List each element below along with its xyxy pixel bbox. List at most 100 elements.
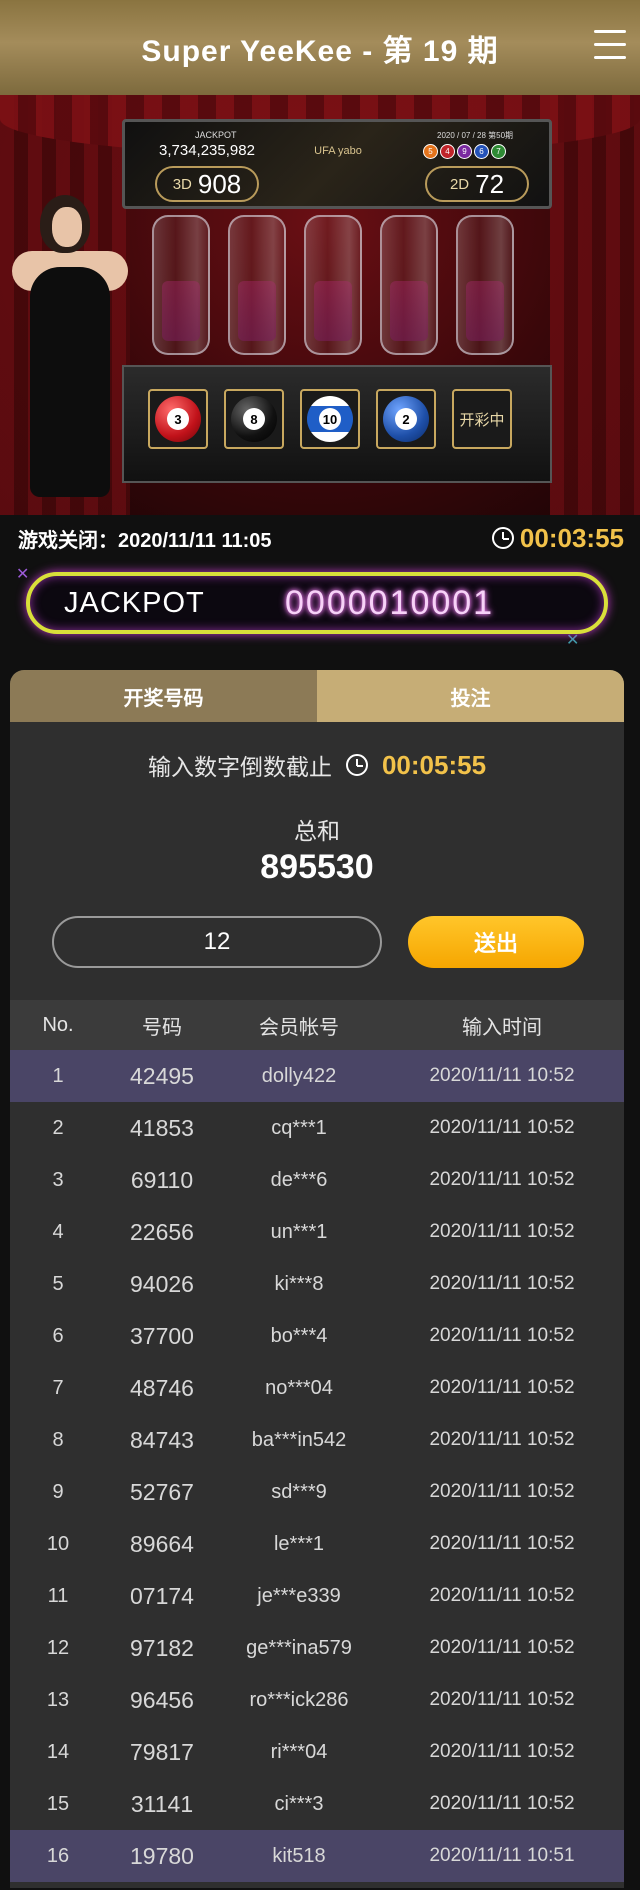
ball-slot: 3 — [148, 389, 208, 449]
clock-icon — [491, 527, 514, 549]
jackpot-banner: JACKPOT 0000010001 — [26, 572, 608, 634]
entry-countdown: 输入数字倒数截止 00:05:55 — [10, 748, 624, 782]
sparkle-icon: ✕ — [16, 566, 30, 583]
info-bar: 游戏关闭：2020/11/11 11:05 00:03:55 — [0, 515, 640, 561]
black-ball-icon: 8 — [231, 396, 277, 442]
row-number: 41853 — [130, 1114, 194, 1141]
row-member: un***1 — [270, 1220, 328, 1243]
curtain-right — [550, 95, 640, 515]
row-member: de***6 — [270, 1168, 328, 1191]
send-button[interactable]: 送出 — [408, 916, 584, 968]
row-number: 79817 — [130, 1738, 194, 1765]
jackpot-value: 0000010001 — [285, 583, 495, 622]
ball-number: 2 — [395, 408, 417, 430]
row-time: 2020/11/11 10:51 — [429, 1845, 575, 1866]
table-row: 11 07174 je***e339 2020/11/11 10:52 — [10, 1570, 624, 1622]
row-time: 2020/11/11 10:52 — [429, 1169, 575, 1190]
mini-ball: 4 — [440, 144, 455, 159]
betting-panel: 开奖号码 投注 输入数字倒数截止 00:05:55 总和 895530 送出 N… — [10, 670, 624, 1888]
result-board: JACKPOT 3,734,235,982 3D 908 UFA yabo 20… — [122, 119, 552, 209]
panel-tabs: 开奖号码 投注 — [10, 670, 624, 722]
row-no: 11 — [47, 1584, 69, 1607]
row-time: 2020/11/11 10:52 — [429, 1481, 575, 1502]
row-no: 7 — [52, 1376, 64, 1399]
ball-number: 10 — [319, 408, 341, 430]
row-member: no***04 — [265, 1376, 333, 1399]
lottery-stage: JACKPOT 3,734,235,982 3D 908 UFA yabo 20… — [0, 95, 640, 515]
board-jackpot-label: JACKPOT — [195, 130, 237, 140]
board-jackpot-value: 3,734,235,982 — [159, 142, 255, 159]
entry-countdown-label: 输入数字倒数截止 — [147, 754, 332, 780]
row-member: kit518 — [272, 1844, 326, 1867]
game-countdown: 00:03:55 — [519, 522, 624, 553]
ball-number: 8 — [243, 408, 265, 430]
table-row: 12 97182 ge***ina579 2020/11/11 10:52 — [10, 1622, 624, 1674]
table-row: 7 48746 no***04 2020/11/11 10:52 — [10, 1362, 624, 1414]
row-member: ci***3 — [274, 1792, 324, 1815]
row-number: 37700 — [130, 1322, 194, 1349]
row-time: 2020/11/11 10:52 — [429, 1689, 575, 1710]
number-input[interactable] — [52, 916, 382, 968]
row-time: 2020/11/11 10:52 — [429, 1117, 575, 1138]
ball-tube — [456, 215, 514, 355]
row-number: 19780 — [130, 1842, 194, 1869]
red-ball-icon: 3 — [155, 396, 201, 442]
ball-slot: 8 — [224, 389, 284, 449]
drawing-status-slot: 开彩中 — [452, 389, 512, 449]
table-row: 4 22656 un***1 2020/11/11 10:52 — [10, 1206, 624, 1258]
row-time: 2020/11/11 10:52 — [429, 1585, 575, 1606]
row-member: ro***ick286 — [249, 1688, 349, 1711]
ball-tube — [228, 215, 286, 355]
row-no: 4 — [52, 1220, 64, 1243]
row-time: 2020/11/11 10:52 — [429, 1221, 575, 1242]
row-number: 42495 — [130, 1062, 194, 1089]
table-row: 9 52767 sd***9 2020/11/11 10:52 — [10, 1466, 624, 1518]
row-no: 10 — [46, 1532, 70, 1555]
row-member: je***e339 — [257, 1584, 341, 1607]
table-row: 2 41853 cq***1 2020/11/11 10:52 — [10, 1102, 624, 1154]
table-row: 10 89664 le***1 2020/11/11 10:52 — [10, 1518, 624, 1570]
row-no: 14 — [46, 1740, 70, 1763]
row-time: 2020/11/11 10:52 — [429, 1741, 575, 1762]
table-row: 14 79817 ri***04 2020/11/11 10:52 — [10, 1726, 624, 1778]
row-number: 07174 — [130, 1582, 194, 1609]
two-d-value: 72 — [475, 168, 505, 199]
col-header-no: No. — [42, 1013, 74, 1036]
table-row: 1 42495 dolly422 2020/11/11 10:52 — [10, 1050, 624, 1102]
three-d-value: 908 — [197, 168, 242, 199]
row-member: ri***04 — [270, 1740, 328, 1763]
row-time: 2020/11/11 10:52 — [429, 1325, 575, 1346]
tab-bet[interactable]: 投注 — [317, 670, 624, 722]
table-row: 5 94026 ki***8 2020/11/11 10:52 — [10, 1258, 624, 1310]
two-d-result: 2D 72 — [425, 166, 529, 202]
brand-logo: UFA yabo — [314, 145, 362, 157]
mini-ball-row: 5 4 9 6 7 — [423, 144, 506, 159]
row-no: 5 — [52, 1272, 64, 1295]
row-no: 15 — [46, 1792, 70, 1815]
mini-ball: 6 — [474, 144, 489, 159]
row-time: 2020/11/11 10:52 — [429, 1637, 575, 1658]
three-d-label: 3D — [172, 175, 192, 193]
row-number: 22656 — [130, 1218, 194, 1245]
app-header: Super YeeKee - 第 19 期 — [0, 0, 640, 95]
row-number: 94026 — [130, 1270, 194, 1297]
ball-tube — [380, 215, 438, 355]
game-close-time: 游戏关闭：2020/11/11 11:05 — [18, 529, 272, 552]
draw-machine: 3 8 10 2 开彩中 — [122, 365, 552, 483]
row-no: 16 — [46, 1844, 70, 1867]
row-number: 97182 — [130, 1634, 194, 1661]
board-draw-date: 2020 / 07 / 28 第50期 — [437, 131, 514, 140]
row-member: dolly422 — [261, 1064, 337, 1087]
game-timer: 00:03:55 — [491, 522, 624, 554]
table-row: 8 84743 ba***in542 2020/11/11 10:52 — [10, 1414, 624, 1466]
tab-draw-numbers[interactable]: 开奖号码 — [10, 670, 317, 722]
row-member: ba***in542 — [251, 1428, 347, 1451]
table-row: 16 19780 kit518 2020/11/11 10:51 — [10, 1830, 624, 1882]
row-member: le***1 — [273, 1532, 325, 1555]
hamburger-menu-icon[interactable] — [594, 30, 626, 60]
row-no: 8 — [52, 1428, 64, 1451]
host-figure — [0, 195, 130, 515]
clock-icon — [345, 754, 368, 776]
drawing-status: 开彩中 — [459, 411, 505, 429]
row-no: 6 — [52, 1324, 64, 1347]
